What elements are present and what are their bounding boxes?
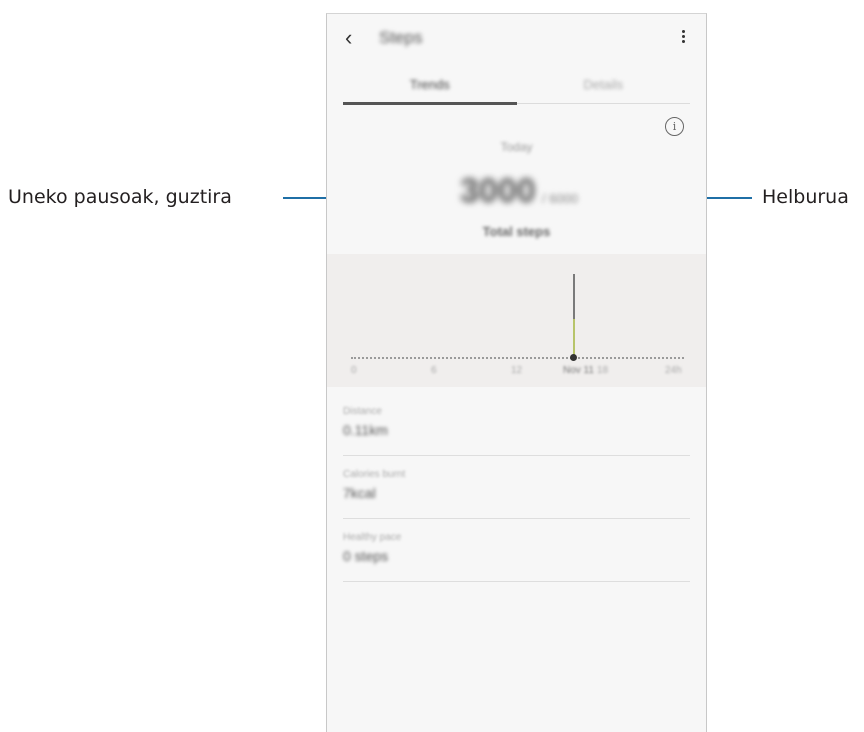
stat-value: 0.11km bbox=[343, 422, 388, 438]
graph-current-marker bbox=[570, 354, 577, 361]
graph-tick: 18 bbox=[597, 365, 609, 376]
day-label: Today bbox=[500, 140, 533, 154]
graph-bar-highlight bbox=[573, 319, 575, 359]
graph-tick: 6 bbox=[431, 365, 437, 376]
stat-label: Calories burnt bbox=[343, 469, 406, 480]
info-icon[interactable]: i bbox=[665, 117, 684, 136]
graph-tick: 12 bbox=[511, 365, 523, 376]
graph-axis bbox=[351, 357, 684, 359]
graph-tick: 0 bbox=[351, 365, 357, 376]
callout-goal: Helburua bbox=[762, 186, 849, 208]
stat-label: Healthy pace bbox=[343, 532, 402, 543]
tab-bar: Trends Details bbox=[343, 69, 691, 105]
arrow-back-icon[interactable]: ‹ bbox=[345, 27, 367, 49]
graph-tick: 24h bbox=[665, 365, 682, 376]
page-title: Steps bbox=[379, 28, 423, 47]
phone-screen: ‹ Steps Trends Details i Today 3000 / 60… bbox=[326, 13, 707, 732]
stat-row-healthy-pace: Healthy pace 0 steps bbox=[343, 518, 690, 582]
tab-trends[interactable]: Trends bbox=[343, 77, 517, 92]
callout-current-steps: Uneko pausoak, guztira bbox=[8, 186, 232, 208]
total-steps-label: Total steps bbox=[482, 224, 551, 239]
stat-row-calories: Calories burnt 7kcal bbox=[343, 455, 690, 519]
stat-row-distance: Distance 0.11km bbox=[343, 392, 690, 456]
steps-goal: / 6000 bbox=[542, 191, 579, 206]
steps-total: 3000 bbox=[460, 172, 536, 210]
tab-details[interactable]: Details bbox=[517, 77, 691, 92]
graph-tick: Nov 11 bbox=[563, 365, 594, 376]
stat-label: Distance bbox=[343, 406, 382, 417]
stat-value: 0 steps bbox=[343, 548, 389, 564]
tab-indicator bbox=[343, 102, 517, 105]
stat-value: 7kcal bbox=[343, 485, 376, 501]
more-vert-icon[interactable] bbox=[678, 28, 688, 48]
app-bar: ‹ Steps bbox=[327, 14, 706, 64]
